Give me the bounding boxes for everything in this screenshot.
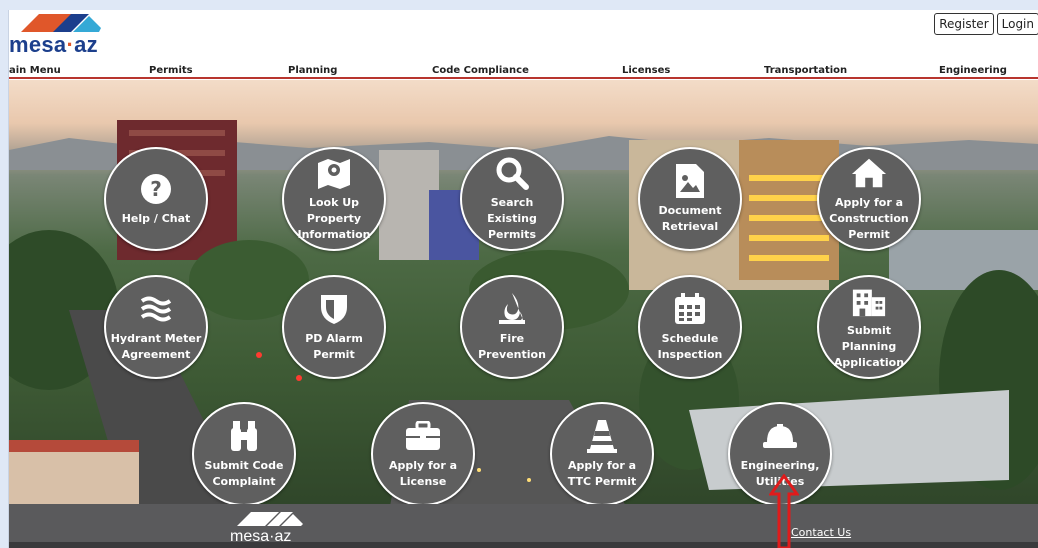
nav-item-code-compliance[interactable]: Code Compliance (432, 65, 529, 76)
tile-apply-construction-permit[interactable]: Apply for a Construction Permit (817, 147, 921, 251)
tile-label: Help / Chat (121, 212, 191, 225)
hero-city-background: ? Help / Chat Look Up Property Informati… (9, 80, 1038, 512)
map-pin-icon (316, 155, 352, 191)
tile-label: Schedule Inspection (657, 332, 723, 361)
flame-icon (494, 291, 530, 327)
tile-submit-code-complaint[interactable]: Submit Code Complaint (192, 402, 296, 506)
auth-buttons: Register Login (934, 13, 1038, 35)
tile-label: Apply for a Construction Permit (829, 196, 909, 241)
tile-label: Search Existing Permits (487, 196, 537, 241)
tile-label: Submit Planning Application (833, 324, 905, 369)
tile-label: Apply for a TTC Permit (567, 459, 637, 488)
tile-schedule-inspection[interactable]: Schedule Inspection (638, 275, 742, 379)
water-waves-icon (138, 291, 174, 327)
logo-mark-icon (21, 14, 101, 32)
tile-label: Apply for a License (388, 459, 458, 488)
search-icon (494, 155, 530, 191)
site-footer: mesa·az Contact Us (9, 504, 1038, 548)
nav-item-licenses[interactable]: Licenses (622, 65, 670, 76)
nav-item-engineering[interactable]: Engineering (939, 65, 1007, 76)
tile-pd-alarm-permit[interactable]: PD Alarm Permit (282, 275, 386, 379)
nav-item-permits[interactable]: Permits (149, 65, 193, 76)
contact-us-link[interactable]: Contact Us (791, 526, 851, 539)
tile-hydrant-meter-agreement[interactable]: Hydrant Meter Agreement (104, 275, 208, 379)
building-icon (851, 283, 887, 319)
main-nav: ain Menu Permits Planning Code Complianc… (9, 64, 1038, 79)
tile-search-existing-permits[interactable]: Search Existing Permits (460, 147, 564, 251)
tile-look-up-property[interactable]: Look Up Property Information (282, 147, 386, 251)
tile-label: Fire Prevention (478, 332, 546, 361)
browser-frame: mesa·az Register Login ain Menu Permits … (8, 10, 1038, 548)
briefcase-icon (405, 418, 441, 454)
house-icon (851, 155, 887, 191)
shield-icon (316, 291, 352, 327)
question-circle-icon: ? (138, 171, 174, 207)
document-image-icon (672, 163, 708, 199)
calendar-icon (672, 291, 708, 327)
site-header: mesa·az Register Login ain Menu Permits … (9, 10, 1038, 79)
traffic-cone-icon (584, 418, 620, 454)
tile-apply-for-license[interactable]: Apply for a License (371, 402, 475, 506)
annotation-up-arrow-icon (769, 474, 799, 548)
nav-item-transportation[interactable]: Transportation (764, 65, 847, 76)
mesa-az-logo[interactable]: mesa·az (9, 10, 119, 60)
tile-document-retrieval[interactable]: Document Retrieval (638, 147, 742, 251)
tile-label: Look Up Property Information (297, 196, 371, 241)
tile-label: Hydrant Meter Agreement (110, 332, 202, 361)
tile-help-chat[interactable]: ? Help / Chat (104, 147, 208, 251)
tile-label: Submit Code Complaint (204, 459, 284, 488)
tile-fire-prevention[interactable]: Fire Prevention (460, 275, 564, 379)
binoculars-icon (226, 418, 262, 454)
login-button[interactable]: Login (996, 13, 1038, 35)
nav-item-main-menu[interactable]: ain Menu (9, 65, 61, 76)
logo-text: mesa·az (9, 32, 98, 57)
tile-label: PD Alarm Permit (305, 332, 363, 361)
tile-label: Document Retrieval (658, 204, 722, 233)
tile-apply-ttc-permit[interactable]: Apply for a TTC Permit (550, 402, 654, 506)
svg-text:?: ? (150, 177, 162, 201)
nav-item-planning[interactable]: Planning (288, 65, 337, 76)
tile-submit-planning-application[interactable]: Submit Planning Application (817, 275, 921, 379)
register-button[interactable]: Register (934, 13, 994, 35)
footer-bottom-strip (9, 542, 1038, 548)
hard-hat-icon (762, 418, 798, 454)
